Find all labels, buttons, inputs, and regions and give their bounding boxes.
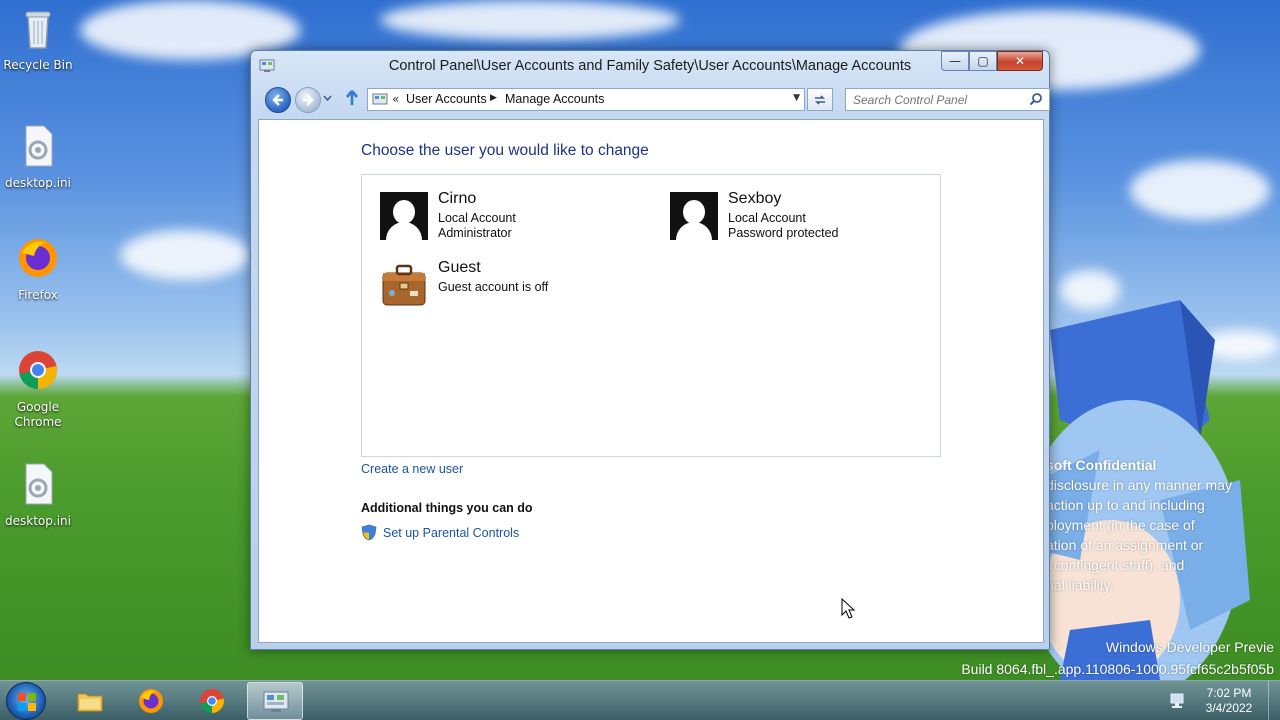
user-list: Cirno Local Account Administrator Sexboy… <box>361 174 941 457</box>
user-account-type: Local Account <box>438 211 516 225</box>
chevron-down-icon <box>323 95 332 102</box>
desktop-icon-label: Firefox <box>18 288 58 302</box>
confidential-watermark: soft Confidential disclosure in any mann… <box>1046 455 1280 595</box>
settings-file-icon <box>25 463 53 505</box>
search-box[interactable] <box>845 88 1050 111</box>
shield-icon <box>361 524 377 541</box>
page-title: Choose the user you would like to change <box>361 142 649 159</box>
desktop-icon-label: Google Chrome <box>14 400 62 429</box>
back-button[interactable] <box>265 87 291 113</box>
forward-button[interactable] <box>295 87 321 113</box>
arrow-up-icon <box>346 90 358 105</box>
watermark-line: nal liability. <box>1046 577 1114 593</box>
watermark-line: action up to and including <box>1046 497 1205 513</box>
user-tile-guest[interactable]: Guest Guest account is off <box>380 259 640 313</box>
user-account-status: Guest account is off <box>438 280 549 294</box>
desktop-icon-chrome[interactable]: Google Chrome <box>0 348 76 430</box>
user-account-status: Administrator <box>438 226 512 240</box>
search-input[interactable] <box>846 89 1026 110</box>
system-clock[interactable]: 7:02 PM 3/4/2022 <box>1196 686 1262 716</box>
chrome-icon <box>200 689 224 713</box>
watermark-line: ployment (in the case of <box>1046 517 1195 533</box>
network-icon[interactable] <box>1170 693 1188 709</box>
firefox-icon <box>139 689 163 713</box>
parental-controls-link[interactable]: Set up Parental Controls <box>383 526 519 540</box>
additional-things-heading: Additional things you can do <box>361 501 533 515</box>
user-account-status: Password protected <box>728 226 839 240</box>
firefox-icon <box>19 239 57 277</box>
user-tile-cirno[interactable]: Cirno Local Account Administrator <box>380 190 640 244</box>
taskbar-file-explorer[interactable] <box>62 682 118 720</box>
watermark-line: f contingent staff), and <box>1046 557 1185 573</box>
navigation-bar: « User Accounts ▶ Manage Accounts ▼ <box>261 85 1050 113</box>
windows-logo-icon <box>18 693 36 711</box>
user-name: Guest <box>438 259 481 276</box>
maximize-button[interactable]: ▢ <box>969 51 997 71</box>
user-tile-sexboy[interactable]: Sexboy Local Account Password protected <box>670 190 930 244</box>
desktop-icon-desktop-ini-2[interactable]: desktop.ini <box>0 462 76 529</box>
refresh-button[interactable] <box>807 88 833 111</box>
taskbar-chrome[interactable] <box>184 682 240 720</box>
user-name: Cirno <box>438 190 477 207</box>
breadcrumb-separator-icon[interactable]: ▶ <box>490 93 497 103</box>
create-new-user-link[interactable]: Create a new user <box>361 462 463 476</box>
user-silhouette-icon <box>670 192 718 240</box>
user-silhouette-icon <box>380 192 428 240</box>
up-button[interactable] <box>345 89 359 112</box>
wallpaper-cloud <box>120 230 250 280</box>
wallpaper-cloud <box>380 0 680 40</box>
taskbar: 7:02 PM 3/4/2022 <box>0 680 1280 720</box>
parental-controls-item[interactable]: Set up Parental Controls <box>361 524 519 541</box>
search-icon[interactable] <box>1029 92 1043 106</box>
wallpaper-cloud <box>1130 160 1270 220</box>
refresh-icon <box>815 95 825 105</box>
title-bar[interactable]: Control Panel\User Accounts and Family S… <box>251 51 1049 81</box>
minimize-button[interactable]: — <box>941 51 969 71</box>
user-name: Sexboy <box>728 190 782 207</box>
window-title: Control Panel\User Accounts and Family S… <box>388 58 912 74</box>
breadcrumb-manage-accounts[interactable]: Manage Accounts <box>505 92 604 106</box>
desktop-icon-firefox[interactable]: Firefox <box>0 236 76 303</box>
address-bar[interactable]: « User Accounts ▶ Manage Accounts ▼ <box>367 88 805 111</box>
control-panel-icon <box>263 691 289 712</box>
chevron-down-icon[interactable]: ▼ <box>793 93 800 103</box>
arrow-left-icon <box>272 94 283 106</box>
user-account-type: Local Account <box>728 211 806 225</box>
desktop-icon-recycle-bin[interactable]: Recycle Bin <box>0 6 76 73</box>
build-info-line2: Build 8064.fbl_.app.110806-1000.95fcf65c… <box>961 661 1274 677</box>
recycle-bin-icon <box>25 11 51 49</box>
breadcrumb-user-accounts[interactable]: User Accounts <box>406 92 487 106</box>
arrow-right-icon <box>303 94 314 106</box>
mouse-cursor-icon <box>841 598 855 619</box>
content-pane: Choose the user you would like to change… <box>258 119 1044 643</box>
desktop-icon-label: desktop.ini <box>5 514 71 528</box>
watermark-title: soft Confidential <box>1046 457 1157 473</box>
briefcase-icon <box>382 264 426 306</box>
folder-icon <box>77 693 103 712</box>
window-controls: — ▢ ✕ <box>941 51 1043 73</box>
clock-date: 3/4/2022 <box>1205 701 1253 715</box>
settings-file-icon <box>25 125 53 167</box>
taskbar-firefox[interactable] <box>123 682 179 720</box>
desktop-icon-label: Recycle Bin <box>3 58 73 72</box>
close-button[interactable]: ✕ <box>997 51 1043 71</box>
desktop-icon-desktop-ini[interactable]: desktop.ini <box>0 124 76 191</box>
chrome-icon <box>19 351 57 389</box>
clock-time: 7:02 PM <box>1206 686 1252 700</box>
watermark-line: disclosure in any manner may <box>1046 477 1232 493</box>
control-panel-window: Control Panel\User Accounts and Family S… <box>250 50 1050 650</box>
show-desktop-button[interactable] <box>1268 681 1280 720</box>
watermark-line: ation of an assignment or <box>1046 537 1204 553</box>
taskbar-control-panel[interactable] <box>247 682 303 720</box>
recent-pages-dropdown[interactable] <box>323 94 332 104</box>
desktop-icon-label: desktop.ini <box>5 176 71 190</box>
control-panel-icon <box>372 93 388 105</box>
breadcrumb-overflow[interactable]: « <box>392 92 399 106</box>
start-button[interactable] <box>6 682 46 720</box>
